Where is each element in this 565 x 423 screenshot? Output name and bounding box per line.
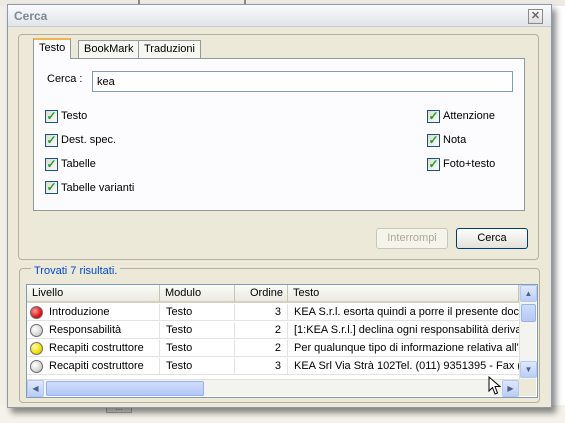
scroll-left-button[interactable]: ◀ — [27, 380, 44, 397]
column-header-testo[interactable]: Testo — [288, 285, 519, 303]
cell-testo: KEA Srl Via Strà 102Tel. (011) 9351395 -… — [294, 360, 519, 372]
results-table: Livello Modulo Ordine Testo Introduzione… — [26, 284, 538, 398]
chevron-up-icon: ▲ — [524, 289, 533, 298]
table-row[interactable]: Introduzione Testo 3 KEA S.r.l. esorta q… — [27, 304, 519, 321]
column-header-ordine[interactable]: Ordine — [235, 285, 288, 303]
mouse-cursor-icon — [488, 376, 502, 395]
tab-bookmark[interactable]: BookMark — [78, 40, 140, 58]
cell-ordine: 3 — [235, 358, 288, 375]
checkbox-label-tabelle-varianti: Tabelle varianti — [61, 182, 135, 194]
close-button[interactable]: ✕ — [528, 9, 543, 24]
chevron-left-icon: ◀ — [32, 384, 39, 393]
checkbox-label-foto-testo: Foto+testo — [443, 158, 496, 170]
cell-livello: Recapiti costruttore — [49, 340, 160, 357]
search-input[interactable] — [92, 71, 513, 92]
scroll-right-button[interactable]: ▶ — [502, 380, 519, 397]
cell-testo: Per qualunque tipo di informazione relat… — [294, 342, 519, 354]
chevron-right-icon: ▶ — [507, 384, 514, 393]
scroll-down-button[interactable]: ▼ — [520, 361, 537, 378]
checkbox-testo[interactable]: ✓ — [45, 110, 58, 123]
column-header-livello[interactable]: Livello — [27, 285, 160, 303]
interrompi-button[interactable]: Interrompi — [376, 228, 448, 249]
checkbox-foto-testo[interactable]: ✓ — [427, 158, 440, 171]
table-row[interactable]: Responsabilità Testo 2 [1:KEA S.r.l.] de… — [27, 322, 519, 339]
cell-ordine: 2 — [235, 340, 288, 357]
checkbox-attenzione[interactable]: ✓ — [427, 110, 440, 123]
checkbox-dest-spec[interactable]: ✓ — [45, 134, 58, 147]
table-row[interactable]: Recapiti costruttore Testo 3 KEA Srl Via… — [27, 358, 519, 375]
gray-circle-icon — [30, 360, 43, 373]
red-circle-icon — [30, 306, 43, 319]
vertical-scroll-thumb[interactable] — [521, 304, 536, 322]
cell-livello: Responsabilità — [49, 322, 160, 339]
close-icon: ✕ — [530, 10, 541, 22]
cell-modulo: Testo — [160, 304, 235, 321]
tab-traduzioni[interactable]: Traduzioni — [138, 40, 201, 58]
window-title: Cerca — [14, 9, 48, 23]
cell-testo: [1:KEA S.r.l.] declina ogni responsabili… — [294, 324, 519, 336]
checkbox-label-nota: Nota — [443, 134, 467, 146]
cell-testo: KEA S.r.l. esorta quindi a porre il pres… — [294, 306, 519, 318]
cell-livello: Recapiti costruttore — [49, 358, 160, 375]
title-bar[interactable]: Cerca ✕ — [8, 5, 551, 27]
checkbox-label-testo: Testo — [61, 110, 88, 122]
gray-circle-icon — [30, 324, 43, 337]
checkbox-tabelle[interactable]: ✓ — [45, 158, 58, 171]
chevron-down-icon: ▼ — [524, 365, 533, 374]
search-label: Cerca : — [47, 73, 83, 85]
scrollbar-corner — [519, 379, 536, 396]
scroll-up-button[interactable]: ▲ — [520, 285, 537, 302]
cerca-button[interactable]: Cerca — [456, 228, 528, 249]
column-header-modulo[interactable]: Modulo — [160, 285, 235, 303]
checkbox-label-dest-spec: Dest. spec. — [61, 134, 117, 146]
cell-livello: Introduzione — [49, 304, 160, 321]
cell-modulo: Testo — [160, 340, 235, 357]
cell-modulo: Testo — [160, 322, 235, 339]
checkbox-label-tabelle: Tabelle — [61, 158, 96, 170]
checkbox-tabelle-varianti[interactable]: ✓ — [45, 181, 58, 194]
results-summary: Trovati 7 risultati. — [31, 265, 121, 277]
vertical-scrollbar[interactable]: ▲ ▼ — [519, 285, 537, 379]
horizontal-scroll-thumb[interactable] — [46, 381, 204, 396]
checkbox-nota[interactable]: ✓ — [427, 134, 440, 147]
table-row[interactable]: Recapiti costruttore Testo 2 Per qualunq… — [27, 340, 519, 357]
checkbox-label-attenzione: Attenzione — [443, 110, 495, 122]
horizontal-scrollbar[interactable]: ◀ ▶ — [27, 379, 519, 397]
cell-modulo: Testo — [160, 358, 235, 375]
tab-testo[interactable]: Testo — [33, 38, 72, 59]
yellow-circle-icon — [30, 342, 43, 355]
cell-ordine: 3 — [235, 304, 288, 321]
cell-ordine: 2 — [235, 322, 288, 339]
